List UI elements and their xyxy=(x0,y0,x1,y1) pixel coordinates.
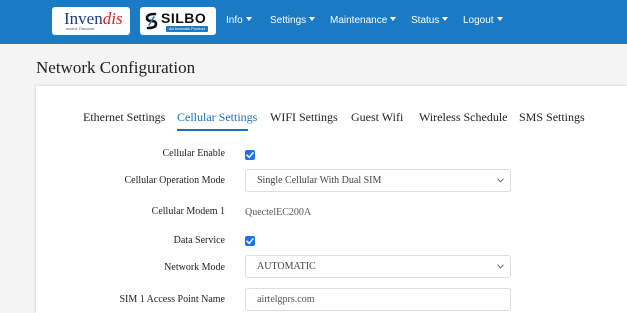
nav-info-label: Info xyxy=(226,15,243,26)
silbo-logo[interactable]: SILBO An Invendis Product xyxy=(140,7,216,35)
tab-ethernet-settings[interactable]: Ethernet Settings xyxy=(83,110,165,125)
nav-logout[interactable]: Logout xyxy=(463,15,503,26)
top-navbar: Invendis Invent, Discover SILBO An Inven… xyxy=(0,0,627,44)
data-service-label: Data Service xyxy=(173,235,225,246)
chevron-down-icon xyxy=(497,178,504,183)
nav-settings-label: Settings xyxy=(270,15,307,26)
nav-status-label: Status xyxy=(411,15,440,26)
data-service-checkbox[interactable] xyxy=(245,236,255,246)
nav-maintenance[interactable]: Maintenance xyxy=(330,15,397,26)
nav-logout-label: Logout xyxy=(463,15,494,26)
invendis-logo-tagline: Invent, Discover xyxy=(66,26,95,31)
operation-mode-select[interactable]: Single Cellular With Dual SIM xyxy=(245,169,511,192)
modem1-label: Cellular Modem 1 xyxy=(151,206,225,217)
tab-cellular-settings[interactable]: Cellular Settings xyxy=(177,110,257,125)
tab-sms-settings[interactable]: SMS Settings xyxy=(519,110,585,125)
nav-status[interactable]: Status xyxy=(411,15,449,26)
sim1-apn-label: SIM 1 Access Point Name xyxy=(119,294,225,305)
caret-down-icon xyxy=(245,17,252,21)
network-mode-label: Network Mode xyxy=(164,262,225,273)
chevron-down-icon xyxy=(497,264,504,269)
silbo-logo-tagline: An Invendis Product xyxy=(166,26,208,32)
network-mode-value: AUTOMATIC xyxy=(257,261,316,272)
modem1-value: QuectelEC200A xyxy=(245,207,312,218)
silbo-logo-text: SILBO xyxy=(161,10,207,26)
caret-down-icon xyxy=(390,17,397,21)
caret-down-icon xyxy=(309,17,316,21)
cellular-enable-label: Cellular Enable xyxy=(162,148,225,159)
operation-mode-value: Single Cellular With Dual SIM xyxy=(257,175,382,186)
tab-wireless-schedule[interactable]: Wireless Schedule xyxy=(419,110,508,125)
caret-down-icon xyxy=(496,17,503,21)
caret-down-icon xyxy=(442,17,449,21)
tab-guest-wifi[interactable]: Guest Wifi xyxy=(351,110,403,125)
nav-info[interactable]: Info xyxy=(226,15,252,26)
sim1-apn-input[interactable] xyxy=(245,288,511,311)
operation-mode-label: Cellular Operation Mode xyxy=(124,175,225,186)
tab-wifi-settings[interactable]: WIFI Settings xyxy=(270,110,338,125)
page-title: Network Configuration xyxy=(36,58,196,77)
checkmark-icon xyxy=(246,238,254,245)
network-mode-select[interactable]: AUTOMATIC xyxy=(245,255,511,278)
active-tab-indicator xyxy=(177,129,248,131)
cellular-enable-checkbox[interactable] xyxy=(245,150,255,160)
nav-settings[interactable]: Settings xyxy=(270,15,316,26)
invendis-logo[interactable]: Invendis Invent, Discover xyxy=(52,7,130,35)
nav-maintenance-label: Maintenance xyxy=(330,15,388,26)
silbo-mark-icon xyxy=(145,12,158,30)
checkmark-icon xyxy=(246,152,254,159)
